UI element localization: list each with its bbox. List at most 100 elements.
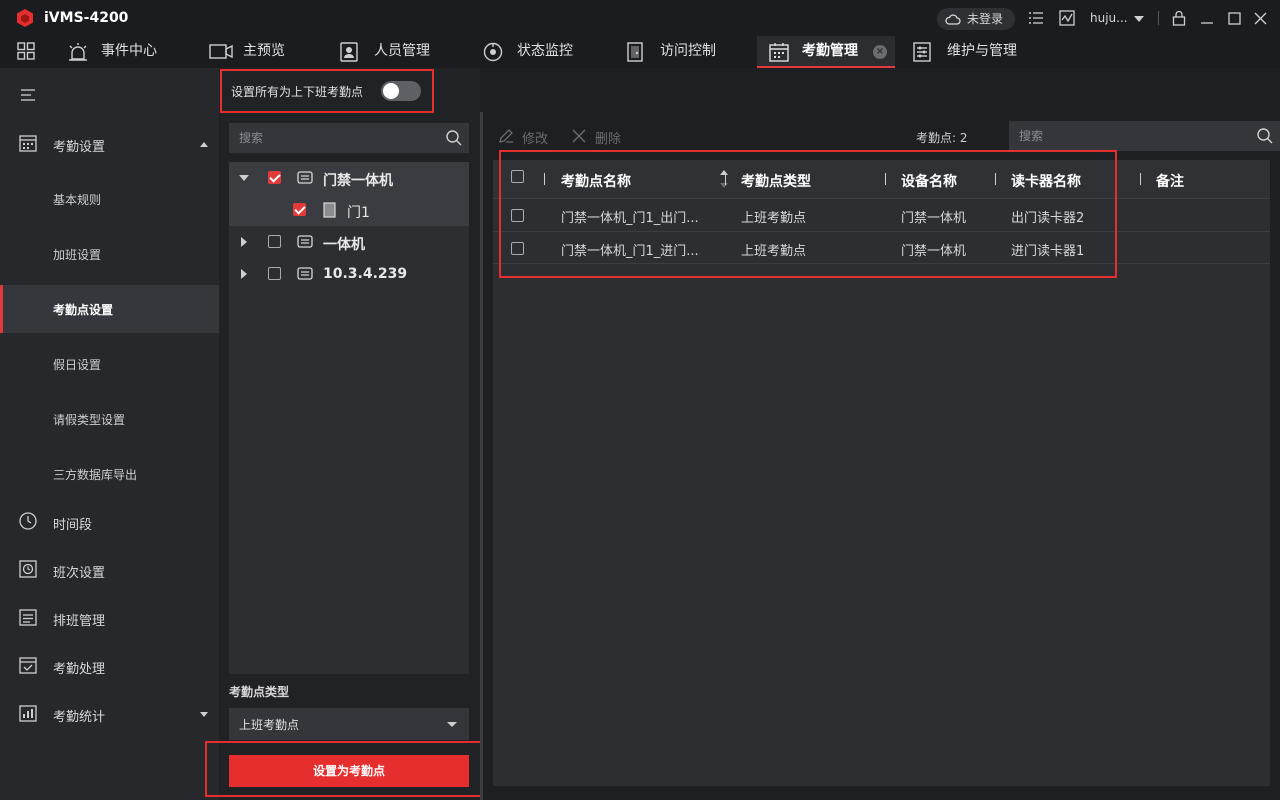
- tree-checkbox[interactable]: [268, 267, 281, 280]
- sidebar-item-shift[interactable]: 班次设置: [0, 546, 219, 594]
- sidebar-subitem-holiday[interactable]: 假日设置: [0, 340, 219, 388]
- clock-icon: [19, 512, 37, 530]
- tab-attendance[interactable]: 考勤管理 ×: [757, 36, 895, 68]
- door-icon: [323, 202, 336, 218]
- home-grid-icon[interactable]: [17, 42, 35, 60]
- attendance-icon: [769, 43, 789, 62]
- person-management-icon: [340, 42, 358, 62]
- device-icon: [297, 171, 313, 184]
- edit-icon: [499, 129, 513, 143]
- column-divider: [1140, 173, 1141, 185]
- highlight-box: [205, 741, 484, 797]
- tab-main-view[interactable]: 主预览: [209, 36, 319, 68]
- device-search-input[interactable]: [229, 123, 439, 153]
- sidebar-item-label: 班次设置: [53, 566, 106, 581]
- column-header-remark[interactable]: 备注: [1156, 171, 1184, 191]
- expand-arrow-icon[interactable]: [239, 175, 249, 181]
- list-search-input[interactable]: [1009, 121, 1249, 151]
- tree-node-door-1[interactable]: 门1: [229, 194, 469, 226]
- sidebar-item-label: 考勤统计: [53, 710, 106, 725]
- schedule-icon: [19, 609, 37, 626]
- tree-checkbox[interactable]: [268, 171, 281, 184]
- sidebar-item-label: 考勤处理: [53, 662, 106, 677]
- tab-label: 事件中心: [101, 43, 157, 59]
- chevron-down-icon: [447, 722, 457, 727]
- expand-arrow-icon[interactable]: [241, 269, 247, 279]
- device-panel: 设置所有为上下班考勤点 门禁一体机 门1: [205, 68, 484, 800]
- attendance-process-icon: [19, 657, 37, 674]
- sidebar-subitem-attendance-point[interactable]: 考勤点设置: [0, 285, 219, 333]
- shift-icon: [19, 560, 37, 578]
- edit-button[interactable]: 修改: [498, 128, 558, 147]
- attendance-point-list-panel: 修改 删除 考勤点: 2 考勤点名称: [483, 68, 1280, 800]
- list-icon[interactable]: [1028, 10, 1044, 26]
- sidebar-subitem-label: 假日设置: [53, 358, 102, 372]
- delete-button[interactable]: 删除: [571, 128, 631, 147]
- tab-status-monitor[interactable]: 状态监控: [483, 36, 603, 68]
- device-icon: [297, 267, 313, 280]
- tab-close-icon[interactable]: ×: [873, 45, 887, 59]
- select-value: 上班考勤点: [239, 718, 300, 732]
- tree-node-label: 门禁一体机: [323, 173, 393, 189]
- monitor-chart-icon[interactable]: [1059, 10, 1075, 26]
- tab-event-center[interactable]: 事件中心: [67, 36, 187, 68]
- tab-label: 状态监控: [517, 43, 573, 59]
- module-tab-bar: 事件中心 主预览 人员管理 状态监控 访问控制 考勤管理 × 维护与管理: [0, 36, 1280, 68]
- sidebar-item-schedule[interactable]: 排班管理: [0, 594, 219, 642]
- access-control-icon: [627, 42, 643, 62]
- maximize-icon[interactable]: [1228, 12, 1241, 25]
- delete-icon: [572, 129, 586, 143]
- sidebar-subitem-leave-type[interactable]: 请假类型设置: [0, 395, 219, 443]
- app-title: iVMS-4200: [44, 10, 129, 26]
- tab-access-control[interactable]: 访问控制: [626, 36, 736, 68]
- list-search-box: [1009, 121, 1280, 151]
- sidebar-subitem-overtime[interactable]: 加班设置: [0, 230, 219, 278]
- tree-checkbox[interactable]: [268, 235, 281, 248]
- status-monitor-icon: [483, 42, 503, 62]
- sidebar-subitem-basic-rules[interactable]: 基本规则: [0, 175, 219, 223]
- sidebar-item-time-period[interactable]: 时间段: [0, 498, 219, 546]
- tree-node-label: 门1: [347, 205, 370, 221]
- sidebar-subitem-label: 加班设置: [53, 248, 102, 262]
- tab-person-management[interactable]: 人员管理: [340, 36, 450, 68]
- highlight-box: [220, 69, 434, 113]
- tree-node-door-controller[interactable]: 门禁一体机: [229, 162, 469, 194]
- sidebar-subitem-third-party-export[interactable]: 三方数据库导出: [0, 450, 219, 498]
- attendance-point-count: 考勤点: 2: [916, 131, 968, 145]
- menu-collapse-icon[interactable]: [20, 88, 36, 102]
- sidebar-subitem-label: 请假类型设置: [53, 413, 126, 427]
- tree-node-all-in-one[interactable]: 一体机: [229, 226, 469, 258]
- search-icon[interactable]: [1257, 128, 1273, 144]
- tree-node-ip-device[interactable]: 10.3.4.239: [229, 258, 469, 290]
- sidebar-item-attendance-stats[interactable]: 考勤统计: [0, 690, 219, 738]
- tab-maintenance[interactable]: 维护与管理: [913, 36, 1033, 68]
- device-icon: [297, 235, 313, 248]
- chevron-down-icon: [200, 712, 208, 717]
- search-icon[interactable]: [446, 130, 462, 146]
- login-status-button[interactable]: 未登录: [937, 8, 1015, 30]
- sidebar-item-label: 考勤设置: [53, 140, 106, 155]
- sidebar-item-attendance-process[interactable]: 考勤处理: [0, 642, 219, 690]
- minimize-icon[interactable]: [1200, 13, 1214, 25]
- tree-node-label: 一体机: [323, 237, 365, 253]
- user-name[interactable]: huju...: [1090, 11, 1128, 25]
- sidebar-item-label: 时间段: [53, 518, 93, 533]
- login-status-label: 未登录: [967, 12, 1004, 26]
- tab-label: 主预览: [243, 43, 285, 59]
- device-tree: 门禁一体机 门1 一体机 10.3.4.239: [229, 162, 469, 674]
- tree-checkbox[interactable]: [293, 203, 306, 216]
- user-dropdown-icon[interactable]: [1134, 16, 1144, 22]
- sidebar-item-label: 排班管理: [53, 614, 106, 629]
- close-icon[interactable]: [1254, 12, 1267, 25]
- delete-label: 删除: [595, 132, 622, 147]
- sidebar-item-attendance-settings[interactable]: 考勤设置: [0, 120, 219, 168]
- lock-icon[interactable]: [1172, 10, 1186, 26]
- attendance-point-type-select[interactable]: 上班考勤点: [229, 708, 469, 740]
- sidebar-subitem-label: 三方数据库导出: [53, 468, 138, 482]
- tab-label: 人员管理: [374, 43, 430, 59]
- list-toolbar: 修改 删除 考勤点: 2: [493, 121, 1280, 151]
- sidebar-subitem-label: 考勤点设置: [53, 303, 114, 317]
- edit-label: 修改: [522, 132, 549, 147]
- cloud-icon: [945, 14, 961, 25]
- expand-arrow-icon[interactable]: [241, 237, 247, 247]
